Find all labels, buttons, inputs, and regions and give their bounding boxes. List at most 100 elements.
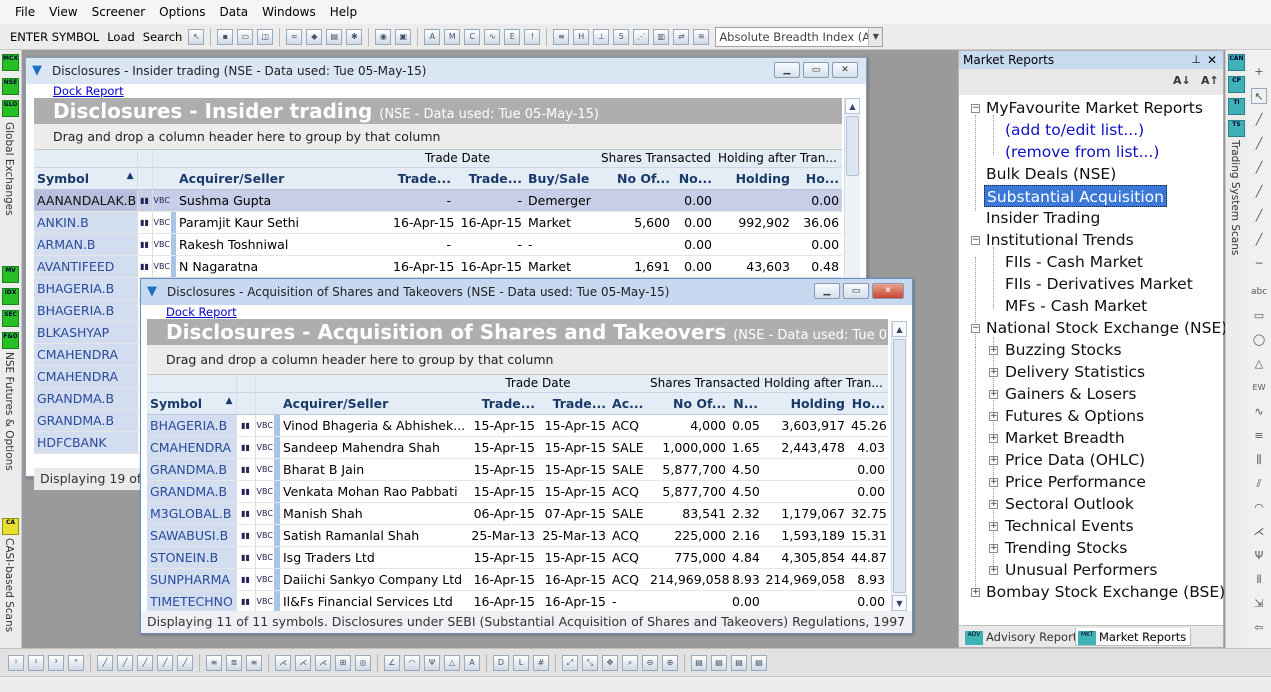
col-header-holding-pct[interactable]: Ho... — [793, 167, 843, 190]
tab-advisory-reports[interactable]: ADV Advisory Reports — [963, 628, 1083, 646]
expand-icon[interactable]: + — [989, 500, 998, 509]
col-header-symbol[interactable]: Symbol ▲ — [147, 392, 236, 415]
trend-icon[interactable]: ⋰ — [633, 28, 650, 45]
menu-screener[interactable]: Screener — [92, 5, 146, 19]
notes-icon[interactable]: ▤ — [711, 654, 727, 671]
line-icon[interactable]: ╱ — [1251, 136, 1267, 152]
col-header-acq-sale[interactable]: Ac... — [609, 392, 648, 415]
pivot-icon[interactable]: M — [444, 28, 461, 45]
tree-item-price-data[interactable]: Price Data (OHLC) — [1005, 449, 1145, 471]
compare-icon[interactable]: ⇌ — [673, 28, 690, 45]
fan-icon[interactable]: ⋌ — [275, 654, 291, 671]
candle-pattern-icon[interactable]: C — [464, 28, 481, 45]
tree-item-technical-events[interactable]: Technical Events — [1005, 515, 1134, 537]
menu-view[interactable]: View — [49, 5, 77, 19]
col-header-holding[interactable]: Holding — [761, 392, 849, 415]
acq-scrollbar[interactable]: ▲ ▼ — [891, 321, 907, 611]
table-row[interactable]: ARMAN.B ▮▮ VBC Rakesh Toshniwal - - -0.00 0.00 — [34, 233, 843, 256]
can-scan-icon[interactable]: CAN — [1228, 54, 1245, 71]
chevron-down-icon[interactable]: ▼ — [868, 27, 883, 46]
tree-item-trending-stocks[interactable]: Trending Stocks — [1005, 537, 1127, 559]
expand-icon[interactable]: + — [989, 346, 998, 355]
dock-report-link[interactable]: Dock Report — [34, 84, 866, 98]
col-header-pct[interactable]: N... — [729, 392, 762, 415]
mcx-scan-icon[interactable]: MCX — [2, 54, 19, 71]
vbc-icon[interactable]: VBC — [254, 436, 274, 459]
rectangle-icon[interactable]: ▭ — [1251, 308, 1267, 324]
tab-market-reports[interactable]: MKT Market Reports — [1075, 628, 1192, 646]
collapse-icon[interactable]: − — [971, 236, 980, 245]
acq-window-titlebar[interactable]: ▼ Disclosures - Acquisition of Shares an… — [141, 279, 912, 305]
col-header-trade-to[interactable]: Trade... — [454, 167, 526, 190]
chart-icon[interactable]: ▮▮ — [235, 524, 255, 547]
volume-icon[interactable]: ▥ — [653, 28, 670, 45]
expand-icon[interactable]: + — [989, 522, 998, 531]
col-header-holding-pct[interactable]: Ho... — [848, 392, 889, 415]
fib-icon[interactable]: ≡ — [206, 654, 222, 671]
print-icon[interactable]: ▭ — [237, 28, 254, 45]
expand-icon[interactable]: + — [989, 412, 998, 421]
vbc-icon[interactable]: VBC — [151, 255, 171, 278]
tree-item-buzzing-stocks[interactable]: Buzzing Stocks — [1005, 339, 1122, 361]
col-header-holding[interactable]: Holding — [715, 167, 794, 190]
ellipse-icon[interactable]: ◯ — [1251, 332, 1267, 348]
scroll-thumb[interactable] — [893, 339, 906, 593]
lines-icon[interactable]: ≡ — [553, 28, 570, 45]
triangle-icon[interactable]: △ — [444, 654, 460, 671]
vbc-icon[interactable]: VBC — [254, 546, 274, 569]
pin-icon[interactable]: ⊥ — [1191, 51, 1201, 69]
table-row[interactable]: BHAGERIA.B ▮▮ VBC Vinod Bhageria & Abhishe… — [147, 414, 889, 437]
vbc-icon[interactable]: VBC — [254, 590, 274, 613]
chart-icon[interactable]: ▮▮ — [136, 255, 152, 278]
zoom-in-icon[interactable]: ⊕ — [662, 654, 678, 671]
expand-icon[interactable]: + — [989, 478, 998, 487]
chart-icon[interactable]: ▮▮ — [235, 414, 255, 437]
menu-help[interactable]: Help — [330, 5, 357, 19]
fan-icon[interactable]: ⋌ — [315, 654, 331, 671]
expand-icon[interactable]: + — [989, 390, 998, 399]
close-icon[interactable]: ✕ — [1207, 51, 1217, 69]
expand-icon[interactable]: + — [989, 434, 998, 443]
global-scan-icon[interactable]: GLO — [2, 100, 19, 117]
menu-file[interactable]: File — [15, 5, 35, 19]
maximize-button[interactable]: ▭ — [803, 62, 829, 78]
sort-asc-icon[interactable]: A↓ — [1173, 74, 1191, 87]
tree-item-bulk-deals[interactable]: Bulk Deals (NSE) — [986, 163, 1116, 185]
col-header-trade-from[interactable]: Trade... — [467, 392, 538, 415]
table-row[interactable]: AANANDALAK.B ▮▮ VBC Sushma Gupta - - Demerger… — [34, 189, 843, 212]
52wk-icon[interactable]: 5 — [613, 28, 630, 45]
trendline-icon[interactable]: ╱ — [1251, 112, 1267, 128]
col-header-no-of-shares[interactable]: No Of... — [597, 167, 674, 190]
enter-symbol-button[interactable]: ENTER SYMBOL — [10, 30, 99, 44]
scroll-up-icon[interactable]: ▲ — [892, 321, 907, 337]
group-by-bar[interactable]: Drag and drop a column header here to gr… — [147, 345, 888, 375]
tree-item-gainers-losers[interactable]: Gainers & Losers — [1005, 383, 1136, 405]
idx-scan-icon[interactable]: IDX — [2, 288, 19, 305]
vbc-icon[interactable]: VBC — [254, 458, 274, 481]
expand-icon[interactable]: + — [989, 456, 998, 465]
marker-icon[interactable]: ∿ — [484, 28, 501, 45]
tree-item-add-edit-list[interactable]: (add to/edit list...) — [1005, 119, 1144, 141]
chart-icon[interactable]: ▮▮ — [136, 189, 152, 212]
zoom-fit-icon[interactable]: ⤡ — [582, 654, 598, 671]
tree-item-unusual-performers[interactable]: Unusual Performers — [1005, 559, 1157, 581]
expand-icon[interactable]: + — [989, 566, 998, 575]
notes-icon[interactable]: ▤ — [731, 654, 747, 671]
chart-icon[interactable]: ▮▮ — [136, 233, 152, 256]
alert-icon[interactable]: ! — [524, 28, 541, 45]
cursor-icon[interactable]: ↖ — [188, 28, 205, 45]
minimize-button[interactable]: ▁ — [814, 283, 840, 299]
arc-icon[interactable]: ◠ — [404, 654, 420, 671]
tree-item-mfs-cash[interactable]: MFs - Cash Market — [1005, 295, 1147, 317]
auto-fibo-icon[interactable]: A — [424, 28, 441, 45]
text-icon[interactable]: abc — [1251, 284, 1267, 300]
dock-report-link[interactable]: Dock Report — [147, 305, 912, 319]
expand-icon[interactable]: + — [989, 368, 998, 377]
chart-icon[interactable]: ▮▮ — [235, 436, 255, 459]
fib-icon[interactable]: ≡ — [1251, 428, 1267, 444]
table-row[interactable]: SAWABUSI.B ▮▮ VBC Satish Ramanlal Shah 25-M… — [147, 524, 889, 547]
zoom-icon[interactable]: ⌕ — [622, 654, 638, 671]
minimize-button[interactable]: ▁ — [774, 62, 800, 78]
fib-icon[interactable]: ≣ — [226, 654, 242, 671]
load-button[interactable]: Load — [107, 30, 135, 44]
